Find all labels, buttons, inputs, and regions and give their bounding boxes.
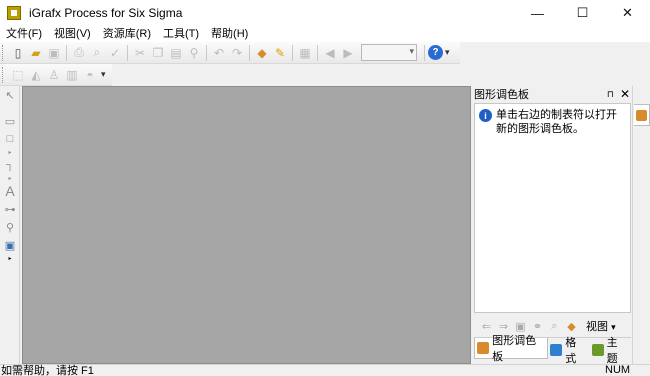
panel-tabs: 图形调色板 格式 主题 [474, 335, 631, 365]
window-controls: — ☐ ✕ [515, 0, 650, 26]
pointer-icon[interactable]: ↖ [0, 86, 20, 104]
panel-title: 图形调色板 [474, 89, 529, 101]
tab-label: 主题 [606, 336, 618, 365]
format-painter-icon[interactable]: ⚲ [185, 44, 203, 62]
forward-icon[interactable]: ▶ [339, 44, 357, 62]
new-icon[interactable]: ▯ [9, 44, 27, 62]
toolbar-grip[interactable] [2, 66, 6, 83]
print-icon[interactable]: ⎙ [70, 44, 88, 62]
nav-forward-icon[interactable]: ⇒ [495, 320, 512, 333]
tab-label: 图形调色板 [492, 335, 537, 363]
menu-bar: 文件(F) 视图(V) 资源库(R) 工具(T) 帮助(H) [0, 26, 650, 42]
view-menu-label: 视图 [586, 321, 608, 333]
side-tab-strip [632, 86, 650, 364]
expand-arrow-icon[interactable]: ▸ [0, 174, 20, 182]
toolbar-separator [127, 44, 128, 61]
nav-find-icon[interactable]: ⌕ [546, 320, 563, 333]
undo-icon[interactable]: ↶ [210, 44, 228, 62]
toolbar-separator [292, 44, 293, 61]
toolbar-grip[interactable] [2, 44, 6, 61]
tab-label: 格式 [565, 336, 577, 365]
palette-icon [636, 109, 647, 121]
redo-icon[interactable]: ↷ [228, 44, 246, 62]
nav-back-icon[interactable]: ⇐ [478, 320, 495, 333]
layout-icon[interactable]: ▥ [63, 66, 81, 84]
print-preview-icon[interactable]: ⌕ [88, 44, 106, 62]
minimize-button[interactable]: — [515, 0, 560, 26]
toolbar-separator [317, 44, 318, 61]
status-bar: 如需帮助，请按 F1 NUM [0, 364, 650, 376]
left-tool-strip: ↖ ▭ □ ▸ ┐ ▸ A ⊶ ⚲ ▣ ▸ [0, 86, 20, 364]
status-help-text: 如需帮助，请按 F1 [1, 364, 94, 376]
pencil-icon[interactable]: ✎ [271, 44, 289, 62]
expand-arrow-icon[interactable]: ▸ [0, 254, 20, 262]
help-icon[interactable]: ? [428, 45, 443, 60]
toolbar-separator [66, 44, 67, 61]
info-icon: i [479, 109, 492, 122]
view-menu-button[interactable]: 视图 ▾ [586, 318, 616, 334]
person-icon[interactable]: ♙ [45, 66, 63, 84]
chart-icon[interactable]: ◭ [27, 66, 45, 84]
paste-icon[interactable]: ▤ [167, 44, 185, 62]
toolbar-separator [249, 44, 250, 61]
panel-message: 单击右边的制表符以打开新的图形调色板。 [496, 109, 617, 135]
menu-file[interactable]: 文件(F) [0, 26, 48, 42]
drawing-toolbar: ⬚ ◭ ♙ ▥ ◓ ▾ [0, 64, 112, 86]
zoom-combo[interactable] [361, 44, 417, 61]
format-tab-icon [550, 343, 563, 356]
standard-toolbar: ▯ ▰ ▣ ⎙ ⌕ ✓ ✂ ❐ ▤ ⚲ ↶ ↷ ◆ ✎ ▦ ◀ ▶ ? ▾ [0, 42, 460, 64]
chevron-down-icon: ▾ [611, 322, 616, 332]
menu-view[interactable]: 视图(V) [48, 26, 97, 42]
text-icon[interactable]: A [0, 182, 20, 200]
panel-body: i 单击右边的制表符以打开新的图形调色板。 [474, 103, 631, 313]
theme-tab-icon [591, 343, 604, 356]
connector-icon[interactable]: ┐ [0, 156, 20, 174]
cut-icon[interactable]: ✂ [131, 44, 149, 62]
menu-help[interactable]: 帮助(H) [205, 26, 254, 42]
zoom-icon[interactable]: ⚲ [0, 218, 20, 236]
palette-tab-icon [477, 342, 490, 354]
tab-format[interactable]: 格式 [548, 337, 589, 365]
table-icon[interactable]: ▦ [296, 44, 314, 62]
back-icon[interactable]: ◀ [321, 44, 339, 62]
side-palette-tab[interactable] [634, 104, 650, 126]
panel-header: 图形调色板 ⊓ ✕ [472, 86, 632, 102]
drawing-canvas[interactable] [22, 86, 471, 364]
nav-palette-icon[interactable]: ◆ [563, 320, 580, 333]
spell-check-icon[interactable]: ✓ [106, 44, 124, 62]
panel-close-icon[interactable]: ✕ [620, 87, 630, 101]
shape-style-icon[interactable]: ⬚ [9, 66, 27, 84]
tab-theme[interactable]: 主题 [590, 337, 631, 365]
toolbar-overflow-chevron-icon[interactable]: ▾ [101, 69, 106, 80]
palette-icon[interactable]: ◆ [253, 44, 271, 62]
toolbar-separator [424, 44, 425, 61]
connector-tool-icon[interactable]: ⊶ [0, 200, 20, 218]
shape-icon[interactable]: ▭ [0, 112, 20, 130]
pin-icon[interactable]: ⊓ [607, 89, 614, 100]
menu-library[interactable]: 资源库(R) [97, 26, 157, 42]
screen-icon[interactable]: ▣ [0, 236, 20, 254]
shape-palette-panel: 图形调色板 ⊓ ✕ i 单击右边的制表符以打开新的图形调色板。 ⇐ ⇒ ▣ ⚭ … [472, 86, 632, 365]
bucket-icon[interactable]: ◓ [81, 66, 99, 84]
save-icon[interactable]: ▣ [45, 44, 63, 62]
num-lock-indicator: NUM [605, 364, 631, 376]
nav-home-icon[interactable]: ▣ [512, 320, 529, 333]
toolbar-overflow-chevron-icon[interactable]: ▾ [445, 47, 450, 58]
expand-arrow-icon[interactable]: ▸ [0, 148, 20, 156]
open-icon[interactable]: ▰ [27, 44, 45, 62]
copy-icon[interactable]: ❐ [149, 44, 167, 62]
close-button[interactable]: ✕ [605, 0, 650, 26]
maximize-button[interactable]: ☐ [560, 0, 605, 26]
title-bar: iGrafx Process for Six Sigma — ☐ ✕ [0, 0, 650, 26]
rectangle-icon[interactable]: □ [0, 130, 20, 148]
menu-tools[interactable]: 工具(T) [157, 26, 205, 42]
toolbar-separator [206, 44, 207, 61]
window-title: iGrafx Process for Six Sigma [29, 6, 183, 20]
app-logo-icon [7, 6, 21, 20]
tab-shape-palette[interactable]: 图形调色板 [474, 335, 549, 363]
nav-link-icon[interactable]: ⚭ [529, 320, 546, 333]
